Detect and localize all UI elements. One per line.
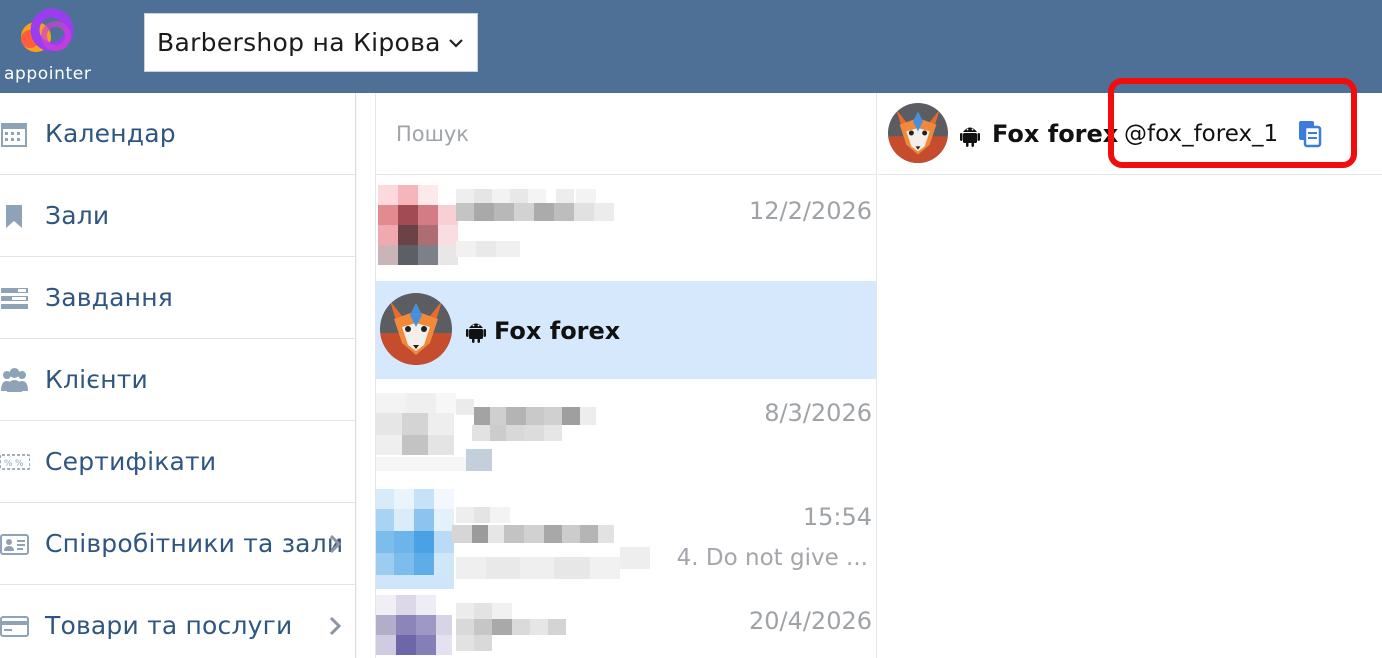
- sidebar: Календар Зали Завдання Клієнти % % Серти…: [0, 93, 356, 658]
- chat-date: 12/2/2026: [748, 197, 872, 225]
- fox-avatar-image: [380, 293, 452, 365]
- calendar-icon: [1, 123, 27, 147]
- conversation-handle: @fox_forex_1: [1124, 121, 1279, 147]
- sidebar-item-goods-services[interactable]: Товари та послуги: [0, 585, 355, 658]
- sidebar-item-clients[interactable]: Клієнти: [0, 339, 355, 421]
- chat-name: Fox forex: [494, 317, 621, 345]
- appointer-logo-icon: [21, 8, 74, 52]
- chat-preview: 4. Do not give ...: [676, 545, 868, 571]
- copy-icon[interactable]: [1296, 119, 1324, 149]
- sidebar-item-staff-halls[interactable]: Співробітники та зали: [0, 503, 355, 585]
- branch-select[interactable]: Barbershop на Кірова: [144, 13, 478, 72]
- pixelated-content: [376, 595, 566, 655]
- top-bar: appointer Barbershop на Кірова: [0, 0, 1382, 93]
- sidebar-item-label: Клієнти: [45, 365, 148, 394]
- chat-name-row: Fox forex: [466, 317, 620, 345]
- sidebar-item-label: Співробітники та зали: [45, 529, 344, 558]
- fox-avatar-image: [888, 103, 948, 163]
- fox-avatar: [380, 293, 452, 365]
- svg-text:%: %: [15, 459, 24, 469]
- avatar-image: [378, 185, 458, 265]
- search-input[interactable]: [396, 117, 856, 151]
- chat-item[interactable]: 12/2/2026: [376, 175, 876, 281]
- sidebar-item-halls[interactable]: Зали: [0, 175, 355, 257]
- tasks-icon: [1, 288, 28, 309]
- sidebar-item-label: Календар: [45, 119, 176, 148]
- credit-card-icon: [0, 616, 29, 637]
- pixelated-content: [376, 489, 650, 589]
- chat-date: 15:54: [802, 503, 872, 531]
- chevron-right-icon: [329, 616, 342, 636]
- users-icon: [1, 368, 28, 392]
- chevron-down-icon: [449, 39, 463, 48]
- search-box: [376, 93, 876, 175]
- sidebar-item-calendar[interactable]: Календар: [0, 93, 355, 175]
- pixelated-avatar: [378, 185, 458, 267]
- chat-date: 20/4/2026: [748, 607, 872, 635]
- chat-item[interactable]: 20/4/2026: [376, 593, 876, 658]
- chat-item-selected[interactable]: Fox forex: [376, 281, 876, 379]
- certificate-icon: % %: [0, 454, 30, 470]
- conversation-name: Fox forex: [992, 120, 1119, 148]
- appointer-logo[interactable]: appointer: [0, 6, 104, 84]
- fox-avatar[interactable]: [888, 103, 948, 163]
- sidebar-item-tasks[interactable]: Завдання: [0, 257, 355, 339]
- bookmark-icon: [6, 205, 22, 228]
- svg-text:%: %: [4, 459, 13, 469]
- sidebar-item-certificates[interactable]: % % Сертифікати: [0, 421, 355, 503]
- sidebar-item-label: Завдання: [45, 283, 174, 312]
- chat-item[interactable]: 8/3/2026: [376, 379, 876, 485]
- pixelated-content: [376, 393, 596, 471]
- sidebar-item-label: Зали: [45, 201, 110, 230]
- id-card-icon: [0, 534, 29, 555]
- android-icon: [960, 127, 980, 147]
- logo-text: appointer: [4, 64, 92, 84]
- chat-item[interactable]: 15:54 4. Do not give ...: [376, 485, 876, 593]
- sidebar-item-label: Товари та послуги: [45, 611, 293, 640]
- chat-list: 12/2/2026: [375, 93, 877, 658]
- conversation-panel: Fox forex @fox_forex_1: [878, 93, 1382, 658]
- chevron-right-icon: [329, 534, 342, 554]
- sidebar-item-label: Сертифікати: [45, 447, 217, 476]
- android-icon: [466, 323, 486, 343]
- chat-date: 8/3/2026: [764, 399, 872, 427]
- pixelated-text: [456, 189, 614, 257]
- conversation-header: Fox forex @fox_forex_1: [878, 93, 1382, 175]
- branch-select-value: Barbershop на Кірова: [157, 28, 441, 57]
